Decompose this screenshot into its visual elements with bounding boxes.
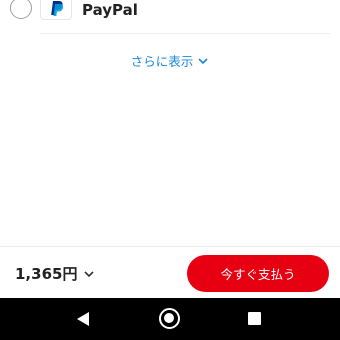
chevron-down-icon — [198, 57, 208, 64]
checkout-action-bar: 1,365円 今すぐ支払う — [0, 246, 340, 298]
show-more-link[interactable]: さらに表示 — [0, 51, 340, 70]
recent-apps-icon[interactable] — [248, 312, 261, 325]
pay-now-button[interactable]: 今すぐ支払う — [187, 255, 329, 292]
android-nav-bar — [0, 298, 340, 340]
chevron-down-icon — [84, 270, 95, 277]
payment-option-paypal[interactable]: PayPal — [0, 0, 340, 34]
show-more-label: さらに表示 — [130, 54, 194, 69]
order-total: 1,365円 — [15, 265, 78, 283]
payment-option-label: PayPal — [82, 1, 138, 19]
paypal-logo-icon — [40, 0, 72, 20]
paypal-glyph-icon — [51, 1, 64, 16]
order-total-toggle[interactable]: 1,365円 — [15, 263, 95, 284]
back-triangle-icon[interactable] — [76, 311, 90, 327]
radio-button[interactable] — [10, 0, 32, 19]
home-circle-icon[interactable] — [159, 308, 180, 329]
checkout-screen: PayPal さらに表示 1,365円 今すぐ支払う — [0, 0, 340, 340]
row-divider — [40, 33, 330, 34]
